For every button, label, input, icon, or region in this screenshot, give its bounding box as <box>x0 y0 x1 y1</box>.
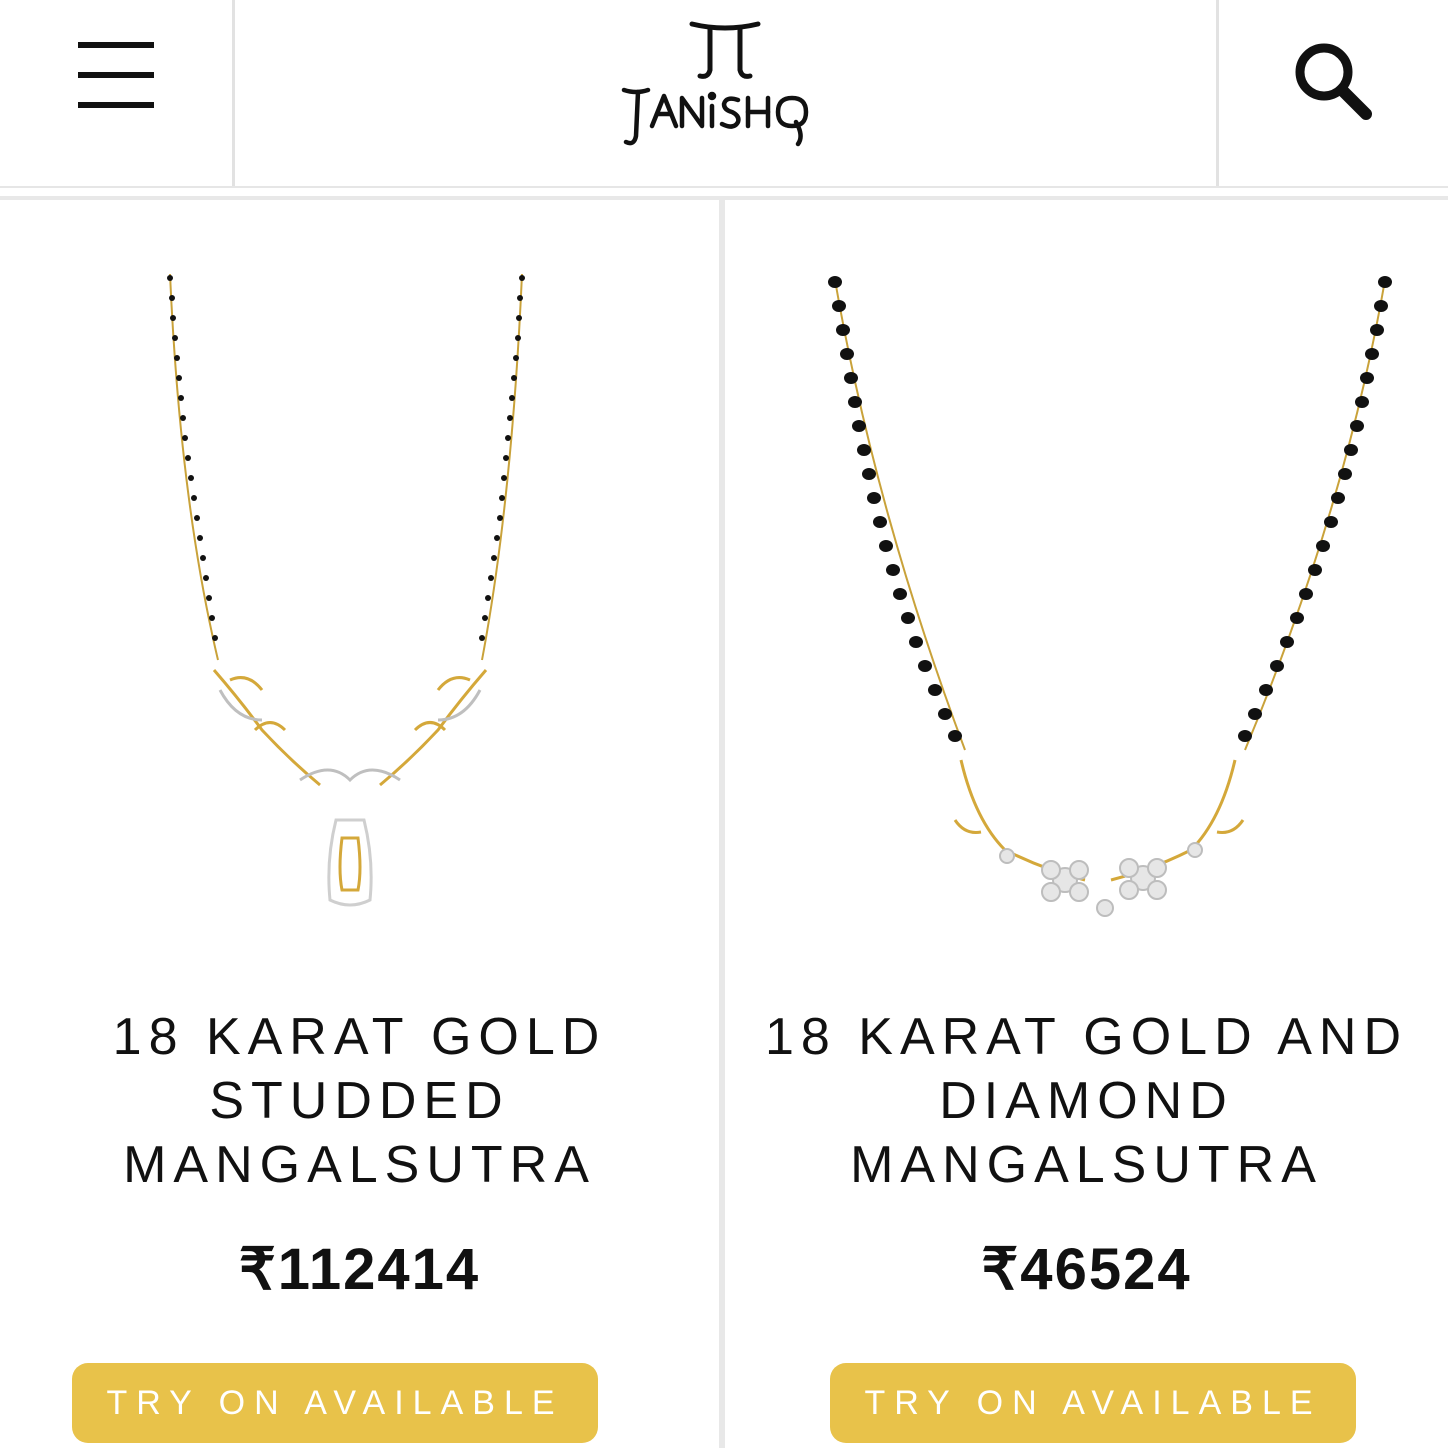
product-name-line: DIAMOND <box>939 1072 1234 1130</box>
header-divider <box>232 0 235 186</box>
product-card[interactable]: 18 KARAT GOLD STUDDED MANGALSUTRA ₹11241… <box>0 200 719 1448</box>
try-on-button[interactable]: TRY ON AVAILABLE <box>72 1363 598 1443</box>
search-button[interactable] <box>1284 30 1384 130</box>
product-name-line: 18 KARAT GOLD <box>112 1008 607 1066</box>
header-border <box>0 186 1448 188</box>
product-image[interactable] <box>0 260 719 920</box>
product-price: ₹112414 <box>238 1237 481 1302</box>
product-name[interactable]: 18 KARAT GOLD AND DIAMOND MANGALSUTRA <box>725 1005 1448 1197</box>
product-name-line: MANGALSUTRA <box>850 1136 1323 1194</box>
search-icon <box>1295 43 1372 120</box>
product-name-line: STUDDED <box>209 1072 510 1130</box>
product-image[interactable] <box>725 260 1448 920</box>
menu-button[interactable] <box>60 30 172 126</box>
product-price: ₹46524 <box>981 1237 1192 1302</box>
product-name[interactable]: 18 KARAT GOLD STUDDED MANGALSUTRA <box>0 1005 719 1197</box>
header-divider <box>1216 0 1219 186</box>
product-card[interactable]: 18 KARAT GOLD AND DIAMOND MANGALSUTRA ₹4… <box>725 200 1448 1448</box>
app-header <box>0 0 1448 186</box>
product-name-line: MANGALSUTRA <box>123 1136 596 1194</box>
product-name-line: 18 KARAT GOLD AND <box>764 1008 1409 1066</box>
product-listing-page: 18 KARAT GOLD STUDDED MANGALSUTRA ₹11241… <box>0 0 1448 1448</box>
tanishq-logo[interactable] <box>600 10 850 160</box>
try-on-button[interactable]: TRY ON AVAILABLE <box>830 1363 1356 1443</box>
